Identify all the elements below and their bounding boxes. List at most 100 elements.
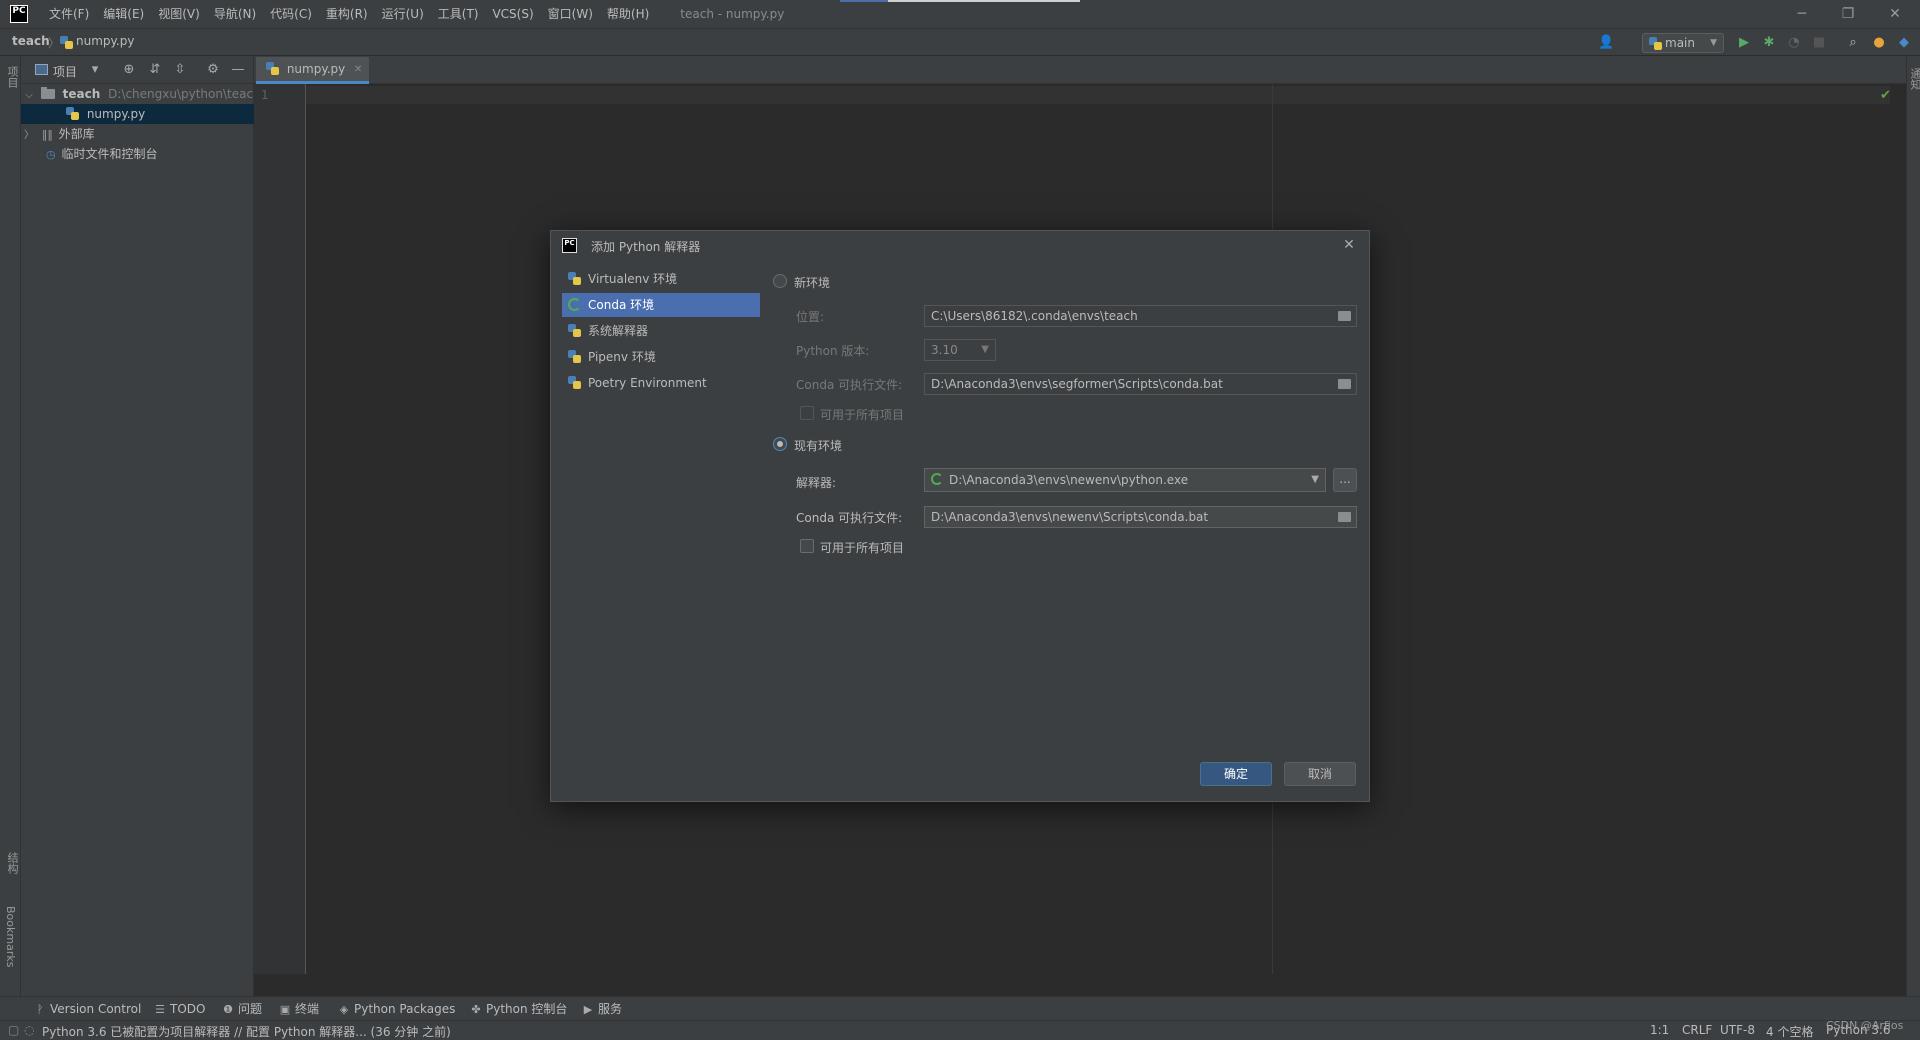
debug-icon[interactable]: ✱ [1761, 35, 1777, 51]
tool-tab-label: 服务 [598, 1002, 623, 1016]
plugin-icon[interactable]: ◆ [1896, 35, 1912, 51]
tool-tab-problems[interactable]: ❶ 问题 [222, 1000, 262, 1018]
chevron-right-icon[interactable]: 〉 [23, 126, 35, 146]
chevron-down-icon[interactable]: ⌵ [23, 86, 35, 106]
tree-item-numpy[interactable]: numpy.py [21, 104, 254, 124]
collapse-all-icon[interactable]: ⇳ [172, 62, 188, 78]
tool-tab-version-control[interactable]: ᚹ Version Control [34, 1000, 142, 1018]
menu-vcs[interactable]: VCS(S) [485, 0, 540, 28]
tool-tab-python-console[interactable]: ✤ Python 控制台 [470, 1000, 567, 1018]
tool-tab-python-packages[interactable]: ◈ Python Packages [338, 1000, 456, 1018]
chevron-down-icon: ▼ [1710, 38, 1717, 48]
cancel-button[interactable]: 取消 [1284, 762, 1356, 786]
close-window-button[interactable]: ✕ [1885, 4, 1905, 24]
tab-label: numpy.py [286, 62, 346, 76]
env-type-pipenv[interactable]: Pipenv 环境 [562, 345, 760, 369]
menu-file[interactable]: 文件(F) [42, 0, 96, 28]
run-config-selector[interactable]: main ▼ [1642, 33, 1724, 53]
vcs-icon: ᚹ [36, 1003, 44, 1016]
file-encoding[interactable]: UTF-8 [1720, 1023, 1755, 1037]
structure-tool-tab[interactable]: 结构 [4, 852, 20, 874]
tree-item-teach[interactable]: ⌵ teach D:\chengxu\python\teach [21, 84, 261, 106]
tool-tab-terminal[interactable]: ▣ 终端 [279, 1000, 319, 1018]
run-icon[interactable]: ▶ [1736, 35, 1752, 51]
line-number: 1 [261, 88, 269, 102]
menu-view[interactable]: 视图(V) [151, 0, 207, 28]
gear-icon[interactable]: ⚙ [205, 62, 221, 78]
status-message[interactable]: Python 3.6 已被配置为项目解释器 // 配置 Python 解释器..… [42, 1023, 451, 1040]
tab-numpy-py[interactable]: numpy.py ✕ [256, 57, 370, 84]
menu-edit[interactable]: 编辑(E) [96, 0, 151, 28]
caret-position[interactable]: 1:1 [1650, 1023, 1669, 1037]
run-config-label: main [1665, 36, 1695, 50]
editor-scrollbar[interactable] [1890, 84, 1906, 974]
close-icon[interactable]: ✕ [354, 57, 362, 82]
interpreter-select[interactable]: D:\Anaconda3\envs\newenv\python.exe ▼ [924, 468, 1326, 492]
tree-item-path: D:\chengxu\python\teach [108, 87, 261, 101]
env-type-system[interactable]: 系统解释器 [562, 319, 760, 343]
new-env-radio[interactable] [773, 274, 787, 288]
tool-tab-label: 问题 [238, 1002, 263, 1016]
new-conda-exec-value: D:\Anaconda3\envs\segformer\Scripts\cond… [931, 377, 1223, 391]
folder-icon[interactable] [1338, 512, 1351, 522]
existing-conda-exec-field[interactable]: D:\Anaconda3\envs\newenv\Scripts\conda.b… [924, 506, 1357, 528]
existing-env-make-available-label: 可用于所有项目 [820, 541, 905, 555]
editor-horizontal-scrollbar[interactable] [306, 974, 1906, 996]
minimize-button[interactable]: ─ [1792, 4, 1812, 24]
menu-refactor[interactable]: 重构(R) [319, 0, 375, 28]
python-icon [568, 272, 581, 285]
menu-navigate[interactable]: 导航(N) [207, 0, 263, 28]
env-type-poetry[interactable]: Poetry Environment [562, 371, 760, 395]
project-view-icon [35, 64, 48, 75]
tool-tab-todo[interactable]: ☰ TODO [154, 1000, 205, 1018]
notifications-tool-tab[interactable]: 通知 [1907, 68, 1920, 90]
menu-window[interactable]: 窗口(W) [541, 0, 600, 28]
navigation-bar: teach 〉 numpy.py 👤 main ▼ ▶ ✱ ◔ ■ ⌕ ● ◆ [0, 28, 1920, 56]
ok-button[interactable]: 确定 [1200, 762, 1272, 786]
new-conda-exec-label: Conda 可执行文件: [796, 378, 903, 392]
user-icon[interactable]: 👤 [1598, 35, 1614, 51]
env-type-label: Virtualenv 环境 [588, 272, 678, 286]
expand-all-icon[interactable]: ⇵ [147, 62, 163, 78]
new-env-label: 新环境 [794, 276, 831, 290]
update-icon[interactable]: ● [1871, 35, 1887, 51]
existing-env-radio[interactable] [773, 437, 787, 451]
stop-icon[interactable]: ■ [1811, 35, 1827, 51]
project-view-selector[interactable]: 项目 [53, 63, 77, 80]
close-icon[interactable]: ✕ [1339, 235, 1359, 255]
inspection-ok-icon[interactable]: ✔ [1880, 88, 1891, 103]
restore-button[interactable]: ❐ [1838, 4, 1858, 24]
chevron-down-icon[interactable]: ▼ [1311, 469, 1319, 491]
tree-item-external-libraries[interactable]: 〉 ‖‖ 外部库 [21, 124, 254, 144]
breadcrumb-project[interactable]: teach [12, 34, 50, 48]
dialog-titlebar[interactable]: PC 添加 Python 解释器 ✕ [551, 231, 1369, 261]
project-tool-tab[interactable]: 项目 [4, 66, 20, 88]
tree-item-scratches[interactable]: ◷ 临时文件和控制台 [21, 144, 254, 164]
menu-tools[interactable]: 工具(T) [431, 0, 486, 28]
line-separator[interactable]: CRLF [1682, 1023, 1712, 1037]
tool-tab-services[interactable]: ▶ 服务 [582, 1000, 622, 1018]
search-icon[interactable]: ⌕ [1845, 35, 1861, 51]
menu-help[interactable]: 帮助(H) [600, 0, 656, 28]
existing-env-make-available-checkbox[interactable] [800, 539, 814, 553]
python-file-icon [266, 62, 279, 75]
indent-setting[interactable]: 4 个空格 [1766, 1023, 1813, 1040]
menu-run[interactable]: 运行(U) [375, 0, 431, 28]
menu-code[interactable]: 代码(C) [263, 0, 319, 28]
coverage-icon[interactable]: ◔ [1786, 35, 1802, 51]
env-type-label: 系统解释器 [588, 324, 649, 338]
breadcrumb-file[interactable]: numpy.py [76, 34, 134, 48]
env-type-virtualenv[interactable]: Virtualenv 环境 [562, 267, 760, 291]
tree-item-label: teach [62, 87, 101, 101]
browse-interpreter-button[interactable]: ... [1333, 468, 1357, 492]
hide-panel-icon[interactable]: — [230, 62, 246, 78]
env-type-conda[interactable]: Conda 环境 [562, 293, 760, 317]
tool-window-bar: ᚹ Version Control ☰ TODO ❶ 问题 ▣ 终端 ◈ Python P… [0, 996, 1920, 1020]
chevron-down-icon[interactable]: ▾ [87, 62, 103, 78]
layout-icon[interactable]: ▢ [8, 1023, 19, 1037]
bookmarks-tool-tab[interactable]: Bookmarks [4, 906, 17, 967]
tree-item-label: 外部库 [58, 127, 95, 141]
new-conda-exec-field: D:\Anaconda3\envs\segformer\Scripts\cond… [924, 373, 1357, 395]
menu-bar: PC 文件(F) 编辑(E) 视图(V) 导航(N) 代码(C) 重构(R) 运… [0, 0, 1920, 28]
locate-icon[interactable]: ⊕ [121, 62, 137, 78]
